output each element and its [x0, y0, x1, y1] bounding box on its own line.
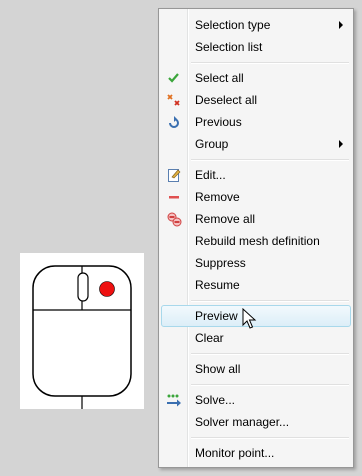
mouse-diagram [20, 253, 144, 409]
menu-item-select-all[interactable]: Select all [161, 67, 351, 89]
menu-item-previous[interactable]: Previous [161, 111, 351, 133]
check-icon [166, 70, 182, 86]
menu-separator [191, 62, 349, 64]
edit-icon [166, 167, 182, 183]
menu-item-label: Solve... [195, 393, 236, 407]
menu-item-show-all[interactable]: Show all [161, 358, 351, 380]
menu-item-label: Previous [195, 115, 242, 129]
submenu-arrow-icon [339, 21, 343, 29]
menu-item-rebuild-mesh-definition[interactable]: Rebuild mesh definition [161, 230, 351, 252]
remove-icon [166, 189, 182, 205]
menu-item-label: Remove [195, 190, 240, 204]
mouse-pointer-icon [242, 307, 258, 332]
menu-item-remove[interactable]: Remove [161, 186, 351, 208]
menu-item-label: Resume [195, 278, 240, 292]
mouse-icon [32, 265, 132, 409]
menu-item-label: Edit... [195, 168, 226, 182]
menu-item-selection-list[interactable]: Selection list [161, 36, 351, 58]
menu-separator [191, 300, 349, 302]
menu-item-label: Preview [195, 309, 238, 323]
menu-item-label: Selection type [195, 18, 271, 32]
submenu-arrow-icon [339, 140, 343, 148]
menu-item-deselect-all[interactable]: Deselect all [161, 89, 351, 111]
menu-item-group[interactable]: Group [161, 133, 351, 155]
menu-item-label: Clear [195, 331, 224, 345]
menu-item-label: Solver manager... [195, 415, 290, 429]
menu-item-suppress[interactable]: Suppress [161, 252, 351, 274]
menu-item-selection-type[interactable]: Selection type [161, 14, 351, 36]
menu-item-label: Suppress [195, 256, 246, 270]
menu-separator [191, 437, 349, 439]
menu-item-label: Remove all [195, 212, 256, 226]
remove-all-icon [166, 211, 182, 227]
menu-item-solve[interactable]: Solve... [161, 389, 351, 411]
menu-item-remove-all[interactable]: Remove all [161, 208, 351, 230]
menu-item-label: Monitor point... [195, 446, 275, 460]
menu-item-label: Select all [195, 71, 244, 85]
previous-icon [166, 114, 182, 130]
menu-item-edit[interactable]: Edit... [161, 164, 351, 186]
menu-item-label: Rebuild mesh definition [195, 234, 320, 248]
menu-item-label: Group [195, 137, 229, 151]
menu-separator [191, 384, 349, 386]
menu-item-label: Show all [195, 362, 241, 376]
solve-icon [166, 392, 182, 408]
menu-item-label: Deselect all [195, 93, 258, 107]
menu-item-label: Selection list [195, 40, 263, 54]
deselect-icon [166, 92, 182, 108]
context-menu: Selection type Selection list Select all… [158, 8, 354, 468]
menu-separator [191, 353, 349, 355]
menu-item-resume[interactable]: Resume [161, 274, 351, 296]
menu-item-solver-manager[interactable]: Solver manager... [161, 411, 351, 433]
menu-separator [191, 159, 349, 161]
menu-item-monitor-point[interactable]: Monitor point... [161, 442, 351, 464]
